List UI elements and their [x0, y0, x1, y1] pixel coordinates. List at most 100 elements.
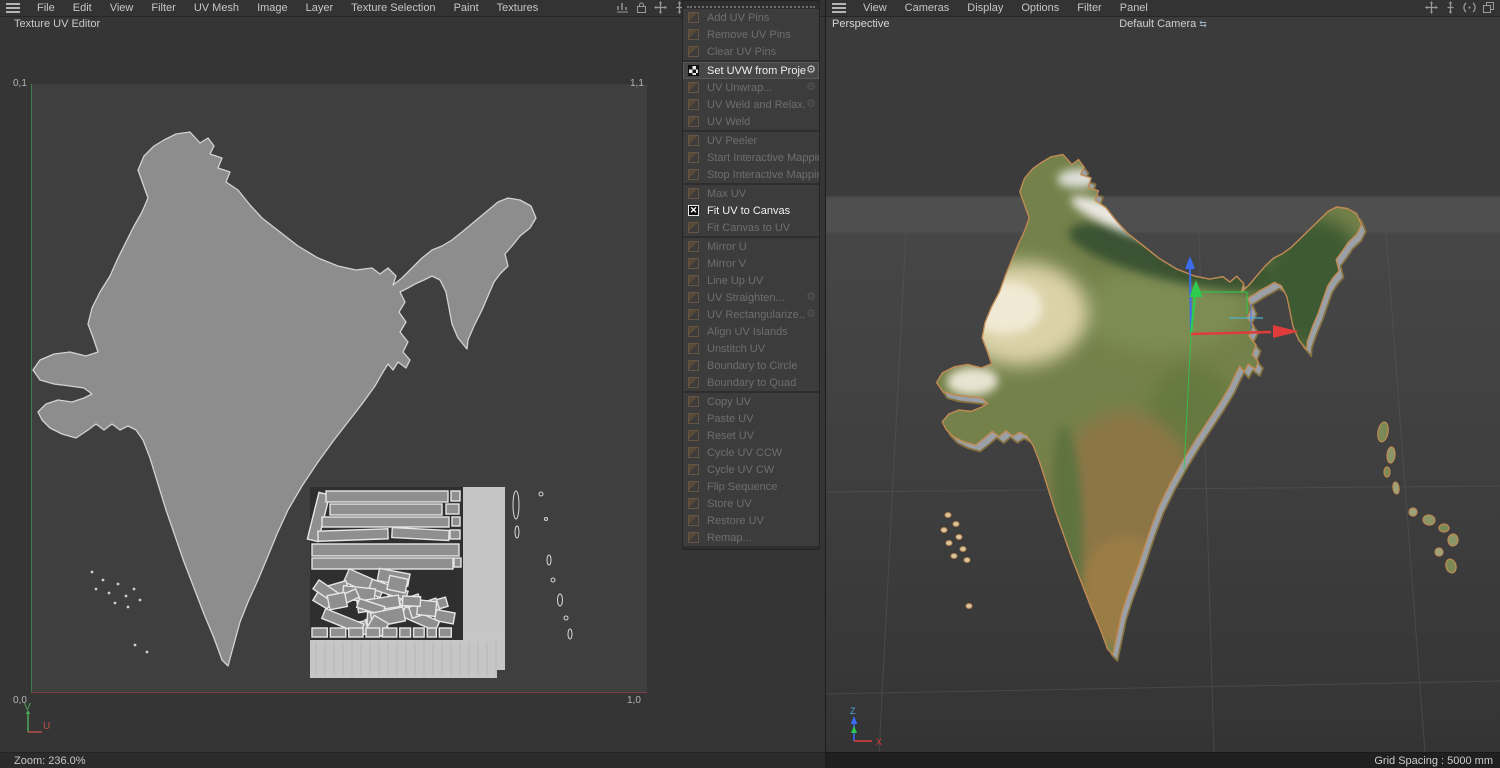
tool-icon: [688, 116, 699, 127]
camera-label[interactable]: Default Camera ⇆: [1119, 18, 1207, 30]
menu-item-cameras[interactable]: Cameras: [896, 2, 959, 14]
panel-drag-handle[interactable]: [687, 2, 815, 8]
tool-icon: [688, 498, 699, 509]
tool-item-clear-uv-pins[interactable]: Clear UV Pins: [683, 43, 819, 60]
hamburger-icon[interactable]: [6, 3, 20, 13]
tool-item-fit-canvas-to-uv[interactable]: Fit Canvas to UV: [683, 219, 819, 236]
tool-item-remove-uv-pins[interactable]: Remove UV Pins: [683, 26, 819, 43]
axis-z-label: Z: [850, 706, 856, 716]
tool-item-boundary-to-circle[interactable]: Boundary to Circle: [683, 357, 819, 374]
gear-icon[interactable]: ⚙: [806, 82, 816, 93]
tool-icon: [688, 135, 699, 146]
tool-icon: [688, 309, 699, 320]
tool-item-label: Boundary to Circle: [707, 360, 798, 372]
viewport-3d[interactable]: Z X: [826, 16, 1500, 753]
pan-icon[interactable]: [654, 1, 667, 14]
tool-icon: [688, 532, 699, 543]
uv-corner-label: 1,0: [627, 695, 641, 706]
tool-item-flip-sequence[interactable]: Flip Sequence: [683, 478, 819, 495]
tool-item-uv-straighten[interactable]: UV Straighten...⚙: [683, 289, 819, 306]
viewport-panel: Z X ViewCamerasDisplayOptionsFilterPanel…: [825, 0, 1500, 768]
tool-item-set-uvw-from-projection[interactable]: Set UVW from Projection...⚙: [683, 62, 819, 79]
tool-item-uv-weld-and-relax[interactable]: UV Weld and Relax...⚙: [683, 96, 819, 113]
tool-item-label: Mirror U: [707, 241, 747, 253]
tool-icon: [688, 326, 699, 337]
gear-icon[interactable]: ⚙: [806, 99, 816, 110]
tool-item-uv-rectangularize[interactable]: UV Rectangularize...⚙: [683, 306, 819, 323]
menu-item-panel[interactable]: Panel: [1111, 2, 1157, 14]
tool-item-label: Clear UV Pins: [707, 46, 776, 58]
tool-item-boundary-to-quad[interactable]: Boundary to Quad: [683, 374, 819, 391]
zoom-status: Zoom: 236.0%: [14, 755, 86, 767]
uv-editor-toolbar: [616, 1, 686, 14]
tool-item-reset-uv[interactable]: Reset UV: [683, 427, 819, 444]
lock-icon[interactable]: [635, 1, 648, 14]
menu-item-textures[interactable]: Textures: [488, 2, 548, 14]
gear-icon[interactable]: ⚙: [806, 309, 816, 320]
menu-item-layer[interactable]: Layer: [297, 2, 343, 14]
tool-item-cycle-uv-cw[interactable]: Cycle UV CW: [683, 461, 819, 478]
maximize-icon[interactable]: [1482, 1, 1495, 14]
tool-icon: [688, 82, 699, 93]
tool-icon: [688, 222, 699, 233]
tool-item-uv-peeler[interactable]: UV Peeler: [683, 132, 819, 149]
tool-item-line-up-uv[interactable]: Line Up UV: [683, 272, 819, 289]
tool-item-uv-unwrap[interactable]: UV Unwrap...⚙: [683, 79, 819, 96]
tool-icon: [688, 275, 699, 286]
tool-item-store-uv[interactable]: Store UV: [683, 495, 819, 512]
axis-x-label: X: [876, 737, 882, 747]
menu-item-options[interactable]: Options: [1012, 2, 1068, 14]
tool-item-restore-uv[interactable]: Restore UV: [683, 512, 819, 529]
menu-item-edit[interactable]: Edit: [64, 2, 101, 14]
menu-item-view[interactable]: View: [854, 2, 896, 14]
menu-item-file[interactable]: File: [28, 2, 64, 14]
dolly-icon[interactable]: [1444, 1, 1457, 14]
uv-unwrap-block[interactable]: [307, 487, 505, 678]
view-mode-label[interactable]: Perspective: [832, 18, 889, 30]
tool-item-align-uv-islands[interactable]: Align UV Islands: [683, 323, 819, 340]
tool-item-add-uv-pins[interactable]: Add UV Pins: [683, 9, 819, 26]
menu-item-image[interactable]: Image: [248, 2, 297, 14]
tool-icon: [688, 152, 699, 163]
tool-item-fit-uv-to-canvas[interactable]: ✕Fit UV to Canvas: [683, 202, 819, 219]
tool-item-max-uv[interactable]: Max UV: [683, 185, 819, 202]
tool-icon: [688, 377, 699, 388]
tool-item-remap[interactable]: Remap...: [683, 529, 819, 546]
hamburger-icon[interactable]: [832, 3, 846, 13]
gear-icon[interactable]: ⚙: [806, 292, 816, 303]
viewport-menubar: ViewCamerasDisplayOptionsFilterPanel: [826, 0, 1500, 17]
tool-item-unstitch-uv[interactable]: Unstitch UV: [683, 340, 819, 357]
menu-item-texture-selection[interactable]: Texture Selection: [342, 2, 444, 14]
menu-item-view[interactable]: View: [101, 2, 143, 14]
tool-item-label: Stop Interactive Mapping: [707, 169, 819, 181]
menu-item-paint[interactable]: Paint: [445, 2, 488, 14]
tool-item-label: Cycle UV CW: [707, 464, 774, 476]
tool-item-mirror-u[interactable]: Mirror U: [683, 238, 819, 255]
tool-item-start-interactive-mapping[interactable]: Start Interactive Mapping: [683, 149, 819, 166]
menu-item-uv-mesh[interactable]: UV Mesh: [185, 2, 248, 14]
panel-title: Texture UV Editor: [14, 18, 100, 30]
camera-swap-icon[interactable]: ⇆: [1199, 19, 1207, 30]
tool-item-label: UV Rectangularize...: [707, 309, 806, 321]
tool-item-mirror-v[interactable]: Mirror V: [683, 255, 819, 272]
uv-tools-panel: Add UV Pins Remove UV Pins Clear UV Pins Se…: [682, 0, 820, 550]
tool-item-stop-interactive-mapping[interactable]: Stop Interactive Mapping: [683, 166, 819, 183]
tool-item-label: Add UV Pins: [707, 12, 769, 24]
menu-item-display[interactable]: Display: [958, 2, 1012, 14]
pan-icon[interactable]: [1425, 1, 1438, 14]
tool-item-paste-uv[interactable]: Paste UV: [683, 410, 819, 427]
menu-item-filter[interactable]: Filter: [142, 2, 184, 14]
tool-item-label: UV Weld and Relax...: [707, 99, 806, 111]
menu-item-filter[interactable]: Filter: [1068, 2, 1110, 14]
histogram-icon[interactable]: [616, 1, 629, 14]
tool-icon: [688, 169, 699, 180]
tool-item-label: Boundary to Quad: [707, 377, 796, 389]
tool-item-cycle-uv-ccw[interactable]: Cycle UV CCW: [683, 444, 819, 461]
tool-item-label: Fit Canvas to UV: [707, 222, 790, 234]
gear-icon[interactable]: ⚙: [806, 65, 816, 76]
tool-icon: [688, 481, 699, 492]
uv-editor-statusbar: Zoom: 236.0%: [0, 752, 825, 768]
tool-item-uv-weld[interactable]: UV Weld: [683, 113, 819, 130]
tool-item-copy-uv[interactable]: Copy UV: [683, 393, 819, 410]
rotate-icon[interactable]: [1463, 1, 1476, 14]
